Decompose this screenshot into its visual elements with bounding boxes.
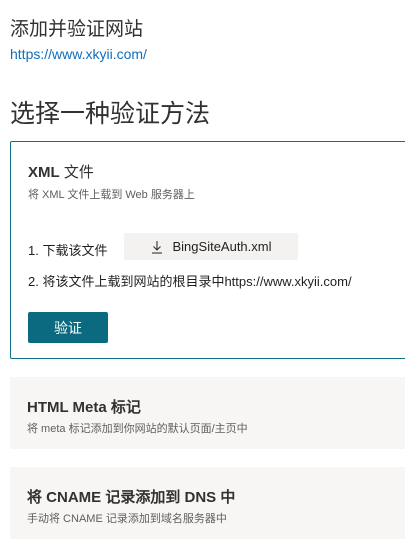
html-meta-method-title: HTML Meta 标记 [27, 399, 141, 416]
xml-method-title: XML 文件 [28, 164, 94, 181]
xml-file-method-card[interactable]: XML 文件 将 XML 文件上载到 Web 服务器上 1. 下载该文件 Bin… [10, 141, 405, 359]
page-title: 添加并验证网站 [10, 19, 144, 40]
site-url-link[interactable]: https://www.xkyii.com/ [10, 46, 147, 62]
verify-button[interactable]: 验证 [28, 312, 108, 343]
cname-method-subtitle: 手动将 CNAME 记录添加到域名服务器中 [27, 513, 227, 525]
download-icon [151, 240, 163, 254]
step2-label: 2. 将该文件上载到网站的根目录中https://www.xkyii.com/ [28, 274, 352, 289]
cname-method-card[interactable]: 将 CNAME 记录添加到 DNS 中 手动将 CNAME 记录添加到域名服务器… [10, 467, 405, 539]
step1-label: 1. 下载该文件 [28, 243, 108, 258]
section-title: 选择一种验证方法 [10, 100, 211, 128]
xml-method-subtitle: 将 XML 文件上载到 Web 服务器上 [28, 189, 195, 201]
cname-method-title: 将 CNAME 记录添加到 DNS 中 [27, 489, 236, 506]
html-meta-method-card[interactable]: HTML Meta 标记 将 meta 标记添加到你网站的默认页面/主页中 [10, 377, 405, 449]
download-file-button[interactable]: BingSiteAuth.xml [124, 233, 298, 260]
download-file-label: BingSiteAuth.xml [172, 239, 272, 254]
html-meta-method-subtitle: 将 meta 标记添加到你网站的默认页面/主页中 [27, 423, 248, 435]
